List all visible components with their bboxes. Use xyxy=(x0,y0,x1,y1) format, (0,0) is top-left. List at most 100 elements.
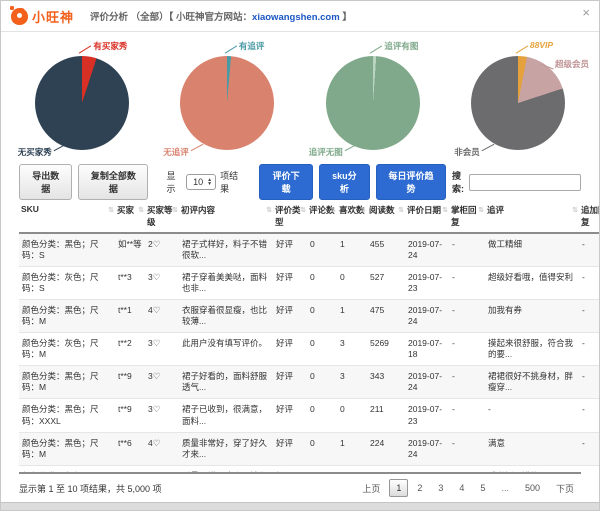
brand-name: 小旺神 xyxy=(32,7,74,26)
cell-buyer: t**3 xyxy=(115,267,145,300)
table-row[interactable]: 颜色分类：灰色；尺码：Mt**23♡此用户没有填写评价。好评0352692019… xyxy=(19,333,599,366)
sku-analysis-button[interactable]: sku分析 xyxy=(319,164,370,200)
cell-review-type: 好评 xyxy=(273,233,307,267)
page-length-group: 显示 10 ▲ ▼ 项结果 xyxy=(166,169,243,195)
sort-icon[interactable]: ⇅ xyxy=(330,206,336,214)
col-label: 评价类型 xyxy=(275,205,301,227)
official-site-link[interactable]: xiaowangshen.com xyxy=(252,12,340,23)
cell-buyer-level: 3♡ xyxy=(145,366,179,399)
page-button-4[interactable]: 4 xyxy=(452,479,471,497)
cell-like-count: 1 xyxy=(337,300,367,333)
sort-icon[interactable]: ⇅ xyxy=(300,206,306,214)
sort-icon[interactable]: ⇅ xyxy=(266,206,272,214)
chart-followup: 有追评 无追评 xyxy=(155,36,301,164)
col-header-like-count[interactable]: 喜欢数⇅ xyxy=(337,200,367,233)
col-header-initial-review[interactable]: 初评内容 ⇅ xyxy=(179,200,273,233)
col-header-sku[interactable]: SKU ⇅ xyxy=(19,200,115,233)
cell-followup-reply: - xyxy=(579,399,599,432)
cell-buyer: t**1 xyxy=(115,300,145,333)
col-header-buyer[interactable]: 买家 ⇅ xyxy=(115,200,145,233)
cell-review-date: 2019-07-24 xyxy=(405,300,449,333)
cell-followup-reply: - xyxy=(579,432,599,465)
cell-initial-review: 质量非常好，穿了好久才来... xyxy=(179,432,273,465)
search-label: 搜索: xyxy=(452,169,464,195)
cell-read-count: 475 xyxy=(367,300,405,333)
cell-review-date: 2019-07-19 xyxy=(405,465,449,472)
table-row[interactable]: 颜色分类：黑色；尺码：Mt**93♡裙子好看的，面料舒服透气...好评03343… xyxy=(19,366,599,399)
table-row[interactable]: 颜色分类：黑色；尺码：Mt**14♡衣服穿着很显瘦，也比较薄...好评01475… xyxy=(19,300,599,333)
page-button-2[interactable]: 2 xyxy=(410,479,429,497)
search-input[interactable] xyxy=(469,174,581,191)
cell-buyer-level: 3♡ xyxy=(145,267,179,300)
page-button-500[interactable]: 500 xyxy=(518,479,547,497)
col-header-review-date[interactable]: 评价日期⇅ xyxy=(405,200,449,233)
cell-read-count: 343 xyxy=(367,366,405,399)
cell-review-type: 好评 xyxy=(273,366,307,399)
col-header-review-type[interactable]: 评价类型⇅ xyxy=(273,200,307,233)
cell-initial-review: 裙子穿着美美哒，面料也非... xyxy=(179,267,273,300)
cell-review-date: 2019-07-24 xyxy=(405,366,449,399)
table-header-row: SKU⇅ 买家⇅ 买家等级⇅ 初评内容⇅ 评价类型⇅ 评论数⇅ 喜欢数⇅ 阅读数… xyxy=(19,200,599,233)
copy-all-data-button[interactable]: 复制全部数据 xyxy=(78,164,148,200)
table-footer: 显示第 1 至 10 项结果，共 5,000 项 上页 1 2 3 4 5 ..… xyxy=(19,472,581,502)
cell-followup: 摸起来很舒服，符合我的要... xyxy=(485,333,579,366)
daily-trend-button[interactable]: 每日评价趋势 xyxy=(376,164,446,200)
sort-icon[interactable]: ⇅ xyxy=(478,206,484,214)
table-row[interactable]: 颜色分类：灰色；尺码：St**33♡裙子穿着美美哒，面料也非...好评00527… xyxy=(19,267,599,300)
col-label: 追评 xyxy=(487,205,504,215)
cell-seller-reply: - xyxy=(449,333,485,366)
cell-review-date: 2019-07-18 xyxy=(405,333,449,366)
table-row[interactable]: 颜色分类：黑色；尺码：Mt**64♡质量非常好，穿了好久才来...好评01224… xyxy=(19,432,599,465)
export-data-button[interactable]: 导出数据 xyxy=(19,164,72,200)
page-button-5[interactable]: 5 xyxy=(473,479,492,497)
cell-like-count: 1 xyxy=(337,233,367,267)
col-header-read-count[interactable]: 阅读数⇅ xyxy=(367,200,405,233)
cell-read-count: 10341 xyxy=(367,465,405,472)
pie-followup-image xyxy=(326,56,420,150)
cell-seller-reply: - xyxy=(449,465,485,472)
cell-comment-count: 0 xyxy=(307,300,337,333)
table-row[interactable]: 颜色分类：黑色；尺码：S如**等2♡裙子式样好，料子不错很软...好评01455… xyxy=(19,233,599,267)
sort-icon[interactable]: ⇅ xyxy=(572,206,578,214)
col-header-buyer-level[interactable]: 买家等级⇅ xyxy=(145,200,179,233)
cell-followup-reply: - xyxy=(579,465,599,472)
col-label: SKU xyxy=(21,204,39,214)
review-download-button[interactable]: 评价下载 xyxy=(259,164,312,200)
cell-seller-reply: - xyxy=(449,366,485,399)
cell-seller-reply: - xyxy=(449,300,485,333)
prev-page-button[interactable]: 上页 xyxy=(355,478,387,499)
cell-like-count: 1 xyxy=(337,432,367,465)
cell-like-count: 0 xyxy=(337,399,367,432)
cell-comment-count: 0 xyxy=(307,267,337,300)
sort-icon[interactable]: ⇅ xyxy=(108,206,114,214)
sort-icon[interactable]: ⇅ xyxy=(442,206,448,214)
next-page-button[interactable]: 下页 xyxy=(549,478,581,499)
cell-review-date: 2019-07-24 xyxy=(405,233,449,267)
table-row[interactable]: 颜色分类：黑色；尺码：XXXLt**93♡裙子已收到，很满意，面料...好评00… xyxy=(19,399,599,432)
page-button-1[interactable]: 1 xyxy=(389,479,408,497)
cell-buyer-level: 2♡ xyxy=(145,233,179,267)
cell-review-date: 2019-07-24 xyxy=(405,432,449,465)
sort-icon[interactable]: ⇅ xyxy=(138,206,144,214)
col-header-followup-reply[interactable]: 追加回复 xyxy=(579,200,599,233)
col-header-seller-reply[interactable]: 掌柜回复⇅ xyxy=(449,200,485,233)
cell-like-count: 3 xyxy=(337,333,367,366)
col-label: 初评内容 xyxy=(181,205,215,215)
cell-sku: 颜色分类：灰色；尺码：M xyxy=(19,333,115,366)
col-label: 买家 xyxy=(117,205,134,215)
window-header: 小旺神 评价分析 （全部）【 小旺神官方网站：xiaowangshen.com … xyxy=(1,1,599,32)
sort-icon[interactable]: ⇅ xyxy=(360,206,366,214)
sort-icon[interactable]: ⇅ xyxy=(398,206,404,214)
table-row[interactable]: 颜色分类：灰色；尺码：XXLx**14♡质量不错，这个价钱有这么...好评011… xyxy=(19,465,599,472)
cell-comment-count: 0 xyxy=(307,366,337,399)
toolbar: 导出数据 复制全部数据 显示 10 ▲ ▼ 项结果 评价下载 sku分析 每日评… xyxy=(1,164,599,200)
col-header-comment-count[interactable]: 评论数⇅ xyxy=(307,200,337,233)
col-header-followup[interactable]: 追评 ⇅ xyxy=(485,200,579,233)
pie-label-followup-with-image: 追评有图 xyxy=(384,40,418,52)
page-length-select[interactable]: 10 ▲ ▼ xyxy=(186,174,216,190)
page-button-3[interactable]: 3 xyxy=(431,479,450,497)
cell-review-type: 好评 xyxy=(273,432,307,465)
close-icon[interactable]: × xyxy=(582,6,590,19)
sort-icon[interactable]: ⇅ xyxy=(172,206,178,214)
page-length-value: 10 xyxy=(193,177,203,187)
